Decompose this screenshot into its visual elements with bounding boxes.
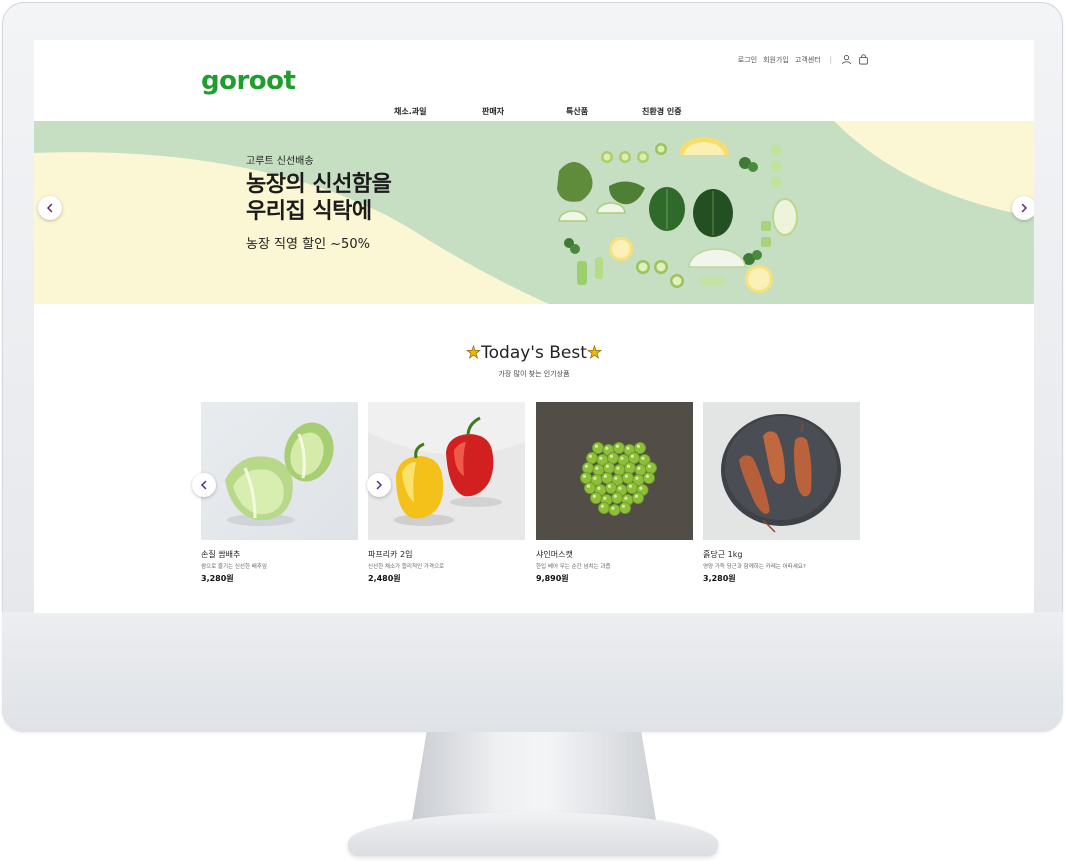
products-prev-button[interactable]	[192, 473, 216, 497]
support-link[interactable]: 고객센터	[795, 55, 821, 65]
section-title-text: Today's Best	[481, 343, 587, 363]
products-next-button[interactable]	[367, 473, 391, 497]
util-divider: |	[829, 55, 832, 64]
chevron-left-icon	[200, 480, 207, 490]
login-link[interactable]: 로그인	[738, 55, 757, 65]
nav-item-sellers[interactable]: 판매자	[482, 106, 504, 117]
nav-item-specialty[interactable]: 특산품	[566, 106, 588, 117]
product-carousel: 손질 쌈배추 쌈으로 즐기는 신선한 배추잎 3,280원 파프리카 2입 신선…	[192, 402, 861, 584]
product-name[interactable]: 흙당근 1kg	[703, 549, 860, 560]
star-icon: ★	[586, 343, 603, 364]
banner-subtitle: 고루트 신선배송	[246, 156, 314, 167]
monitor-chin	[2, 612, 1063, 732]
product-price: 2,480원	[368, 574, 401, 583]
user-icon[interactable]	[841, 54, 852, 65]
nav-item-eco-certified[interactable]: 친환경 인증	[642, 106, 682, 117]
product-card[interactable]: 샤인머스캣 한입 베어 무는 순간 넘치는 과즙 9,890원	[536, 402, 693, 584]
banner-title-line2: 우리집 식탁에	[246, 199, 372, 224]
section-title: ★Today's Best★	[34, 343, 1034, 364]
chevron-right-icon	[1021, 203, 1028, 213]
banner-next-button[interactable]	[1012, 196, 1034, 220]
product-price: 3,280원	[201, 574, 234, 583]
screen: goroot 로그인 회원가입 고객센터 | 채소.과일 판매자 특산품 친환경…	[34, 40, 1034, 613]
product-desc: 영양 가득 당근과 함께하는 카레는 어떠세요?	[703, 564, 806, 570]
product-image-grapes[interactable]	[536, 402, 693, 540]
monitor-stand-neck	[412, 732, 656, 820]
product-name[interactable]: 손질 쌈배추	[201, 549, 358, 560]
utility-nav: 로그인 회원가입 고객센터 |	[738, 54, 869, 65]
banner-title-line1: 농장의 신선함을	[246, 172, 392, 197]
hero-banner[interactable]: 고루트 신선배송 농장의 신선함을 우리집 식탁에 농장 직영 할인 ~50%	[34, 121, 1034, 304]
main-nav: 채소.과일 판매자 특산품 친환경 인증	[34, 106, 1034, 120]
product-name[interactable]: 파프리카 2입	[368, 549, 525, 560]
banner-description: 농장 직영 할인 ~50%	[246, 237, 370, 252]
product-name[interactable]: 샤인머스캣	[536, 549, 693, 560]
product-image-carrots[interactable]	[703, 402, 860, 540]
product-desc: 쌈으로 즐기는 신선한 배추잎	[201, 564, 267, 570]
product-card[interactable]: 손질 쌈배추 쌈으로 즐기는 신선한 배추잎 3,280원	[201, 402, 358, 584]
product-card[interactable]: 흙당근 1kg 영양 가득 당근과 함께하는 카레는 어떠세요? 3,280원	[703, 402, 860, 584]
section-subtitle: 가장 많이 찾는 인기상품	[498, 370, 570, 378]
vegetable-flatlay-image	[557, 137, 798, 293]
product-card[interactable]: 파프리카 2입 신선한 채소가 합리적인 가격으로 2,480원	[368, 402, 525, 584]
monitor-stand-base	[348, 812, 718, 856]
site-logo[interactable]: goroot	[201, 66, 296, 96]
product-image-paprika[interactable]	[368, 402, 525, 540]
nav-item-vegetables[interactable]: 채소.과일	[394, 106, 426, 117]
star-icon: ★	[465, 343, 482, 364]
chevron-left-icon	[46, 203, 53, 213]
signup-link[interactable]: 회원가입	[763, 55, 789, 65]
product-price: 3,280원	[703, 574, 736, 583]
product-image-cabbage[interactable]	[201, 402, 358, 540]
banner-title: 농장의 신선함을 우리집 식탁에	[246, 171, 392, 225]
chevron-right-icon	[376, 480, 383, 490]
product-price: 9,890원	[536, 574, 569, 583]
shopping-bag-icon[interactable]	[858, 54, 869, 65]
product-desc: 한입 베어 무는 순간 넘치는 과즙	[536, 564, 611, 570]
banner-prev-button[interactable]	[38, 196, 62, 220]
product-desc: 신선한 채소가 합리적인 가격으로	[368, 564, 445, 570]
banner-background	[34, 121, 1034, 304]
